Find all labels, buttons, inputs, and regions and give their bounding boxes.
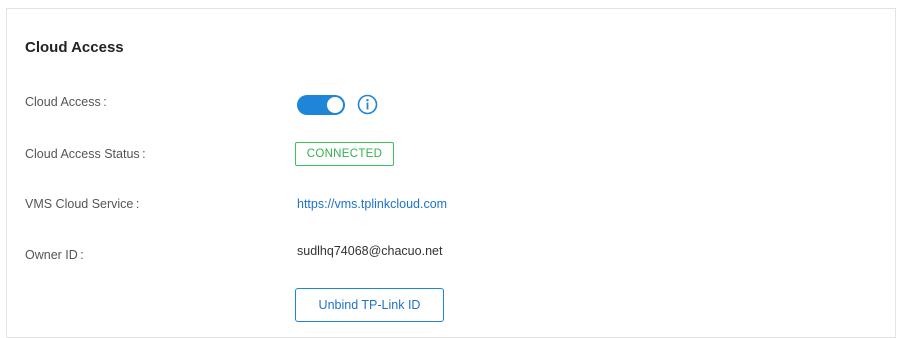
toggle-knob	[327, 97, 343, 113]
cloud-access-panel: Cloud Access Cloud Access : Cloud Access…	[6, 8, 896, 338]
cloud-access-label: Cloud Access :	[25, 95, 107, 109]
unbind-tp-link-id-button[interactable]: Unbind TP-Link ID	[295, 288, 444, 322]
status-badge: CONNECTED	[295, 142, 394, 166]
cloud-access-toggle[interactable]	[297, 95, 345, 115]
vms-cloud-service-label: VMS Cloud Service :	[25, 197, 140, 211]
vms-cloud-service-link[interactable]: https://vms.tplinkcloud.com	[297, 197, 447, 211]
section-title: Cloud Access	[25, 39, 124, 56]
cloud-access-status-label: Cloud Access Status :	[25, 147, 146, 161]
owner-id-value: sudlhq74068@chacuo.net	[297, 244, 443, 258]
info-icon[interactable]	[357, 94, 378, 115]
owner-id-label: Owner ID :	[25, 248, 84, 262]
